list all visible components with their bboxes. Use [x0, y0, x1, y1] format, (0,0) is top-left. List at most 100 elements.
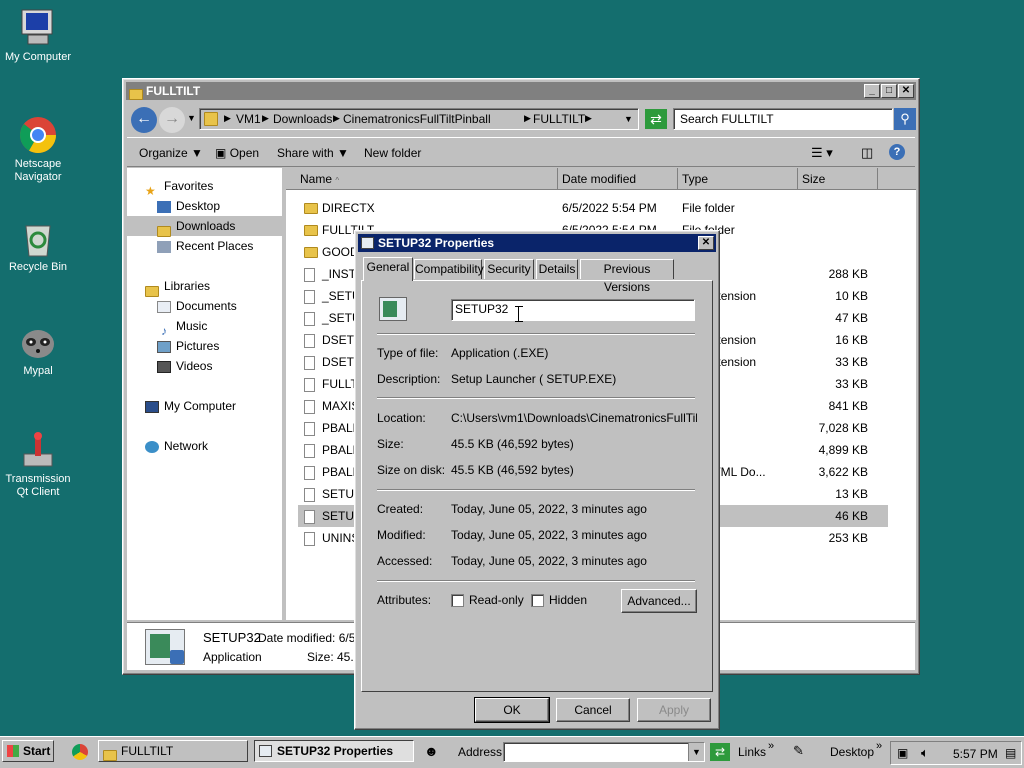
nav-pictures[interactable]: Pictures — [157, 336, 219, 356]
go-icon[interactable]: ⇄ — [710, 743, 730, 761]
breadcrumb-cinematronics[interactable]: CinematronicsFullTiltPinball — [343, 112, 491, 126]
desktop-icon-my-computer[interactable]: My Computer — [0, 8, 76, 64]
breadcrumb-arrow-icon[interactable]: ▶ — [262, 113, 269, 124]
nav-network[interactable]: Network — [145, 436, 208, 456]
back-button[interactable]: ← — [131, 107, 157, 133]
start-button[interactable]: Start — [2, 740, 54, 762]
sort-up-icon: ^ — [335, 176, 340, 185]
breadcrumb-arrow-icon[interactable]: ▶ — [524, 113, 531, 124]
close-button[interactable]: ✕ — [898, 84, 914, 98]
breadcrumb-downloads[interactable]: Downloads — [273, 112, 332, 126]
share-with-button[interactable]: Share with ▼ — [277, 146, 349, 160]
address-input[interactable]: ▼ — [503, 742, 705, 762]
location-value: C:\Users\vm1\Downloads\CinematronicsFull… — [451, 411, 697, 425]
raccoon-icon[interactable]: ☻ — [424, 743, 439, 759]
explorer-title-bar[interactable]: FULLTILT _ □ ✕ — [126, 82, 916, 101]
chevron-down-icon[interactable]: ▼ — [624, 114, 633, 124]
checkbox-box[interactable] — [451, 594, 464, 608]
nav-recent-places[interactable]: Recent Places — [157, 236, 253, 256]
address-bar[interactable]: ▶ VM1 ▶ Downloads ▶ CinematronicsFullTil… — [199, 108, 639, 130]
ok-button[interactable]: OK — [474, 697, 550, 723]
chevron-down-icon[interactable]: ▼ — [688, 743, 704, 761]
tab-previous-versions[interactable]: Previous Versions — [580, 259, 674, 294]
organize-button[interactable]: Organize ▼ — [139, 146, 203, 160]
file-size: 4,899 KB — [818, 443, 868, 457]
preview-pane-icon[interactable]: ◫ — [861, 145, 873, 161]
breadcrumb-arrow-icon[interactable]: ▶ — [333, 113, 340, 124]
file-name: _INST — [322, 267, 357, 281]
chrome-icon[interactable] — [72, 744, 88, 760]
column-header-date[interactable]: Date modified — [558, 168, 678, 190]
open-button[interactable]: ▣ Open — [215, 146, 259, 160]
file-size: 3,622 KB — [818, 465, 868, 479]
breadcrumb-vm1[interactable]: VM1 — [236, 112, 261, 126]
table-row[interactable]: DIRECTX 6/5/2022 5:54 PM File folder — [298, 197, 888, 219]
nav-documents[interactable]: Documents — [157, 296, 237, 316]
desktop-icon-transmission[interactable]: Transmission Qt Client — [0, 430, 76, 499]
nav-my-computer[interactable]: My Computer — [145, 396, 236, 416]
checkbox-box[interactable] — [531, 594, 544, 608]
column-header-type[interactable]: Type — [678, 168, 798, 190]
minimize-button[interactable]: _ — [864, 84, 880, 98]
hidden-checkbox[interactable]: Hidden — [531, 593, 587, 608]
breadcrumb-fulltilt[interactable]: FULLTILT — [533, 112, 585, 126]
file-icon — [304, 395, 315, 417]
nav-videos[interactable]: Videos — [157, 356, 212, 376]
tab-general[interactable]: General — [363, 257, 413, 281]
file-size: 7,028 KB — [818, 421, 868, 435]
checkbox-label: Read-only — [469, 593, 524, 607]
file-icon — [304, 417, 315, 439]
nav-downloads[interactable]: Downloads — [127, 216, 284, 238]
double-chevron-icon[interactable]: » — [876, 740, 882, 752]
desktop-icon-recycle-bin[interactable]: Recycle Bin — [0, 218, 76, 274]
desktop-icon-mypal[interactable]: Mypal — [0, 322, 76, 378]
column-header-size[interactable]: Size — [798, 168, 878, 190]
taskbar-explorer-button[interactable]: FULLTILT — [98, 740, 248, 762]
tab-details[interactable]: Details — [536, 259, 578, 279]
description-label: Description: — [377, 372, 441, 386]
refresh-icon[interactable]: ⇄ — [645, 109, 667, 129]
desktop-icon-netscape[interactable]: Netscape Navigator — [0, 115, 76, 184]
desktop-toolbar-label[interactable]: Desktop — [830, 745, 874, 759]
desktop-icon-label: Mypal — [23, 365, 53, 377]
double-chevron-icon[interactable]: » — [768, 740, 774, 752]
maximize-button[interactable]: □ — [881, 84, 897, 98]
links-label[interactable]: Links — [738, 745, 766, 759]
tab-security[interactable]: Security — [484, 259, 534, 279]
breadcrumb-arrow-icon[interactable]: ▶ — [585, 113, 592, 124]
file-size: 33 KB — [835, 355, 868, 369]
help-icon[interactable]: ? — [889, 144, 905, 160]
dialog-title-bar[interactable]: SETUP32 Properties ✕ — [358, 234, 716, 252]
volume-icon[interactable]: 🔈︎ — [921, 745, 929, 761]
file-name: DIRECTX — [322, 201, 375, 215]
view-options-icon[interactable]: ☰ ▾ — [811, 145, 833, 161]
nav-favorites[interactable]: ★ Favorites — [145, 176, 213, 198]
apply-button[interactable]: Apply — [637, 698, 711, 722]
breadcrumb-arrow-icon[interactable]: ▶ — [224, 113, 231, 124]
command-bar: Organize ▼ ▣ Open Share with ▼ New folde… — [127, 137, 915, 167]
taskbar-properties-button[interactable]: SETUP32 Properties — [254, 740, 414, 762]
file-icon — [304, 461, 315, 483]
read-only-checkbox[interactable]: Read-only — [451, 593, 524, 608]
header-label: Name — [300, 172, 333, 186]
close-button[interactable]: ✕ — [698, 236, 714, 250]
tab-compatibility[interactable]: Compatibility — [414, 259, 484, 279]
notepad-icon[interactable]: ✎ — [793, 743, 804, 759]
new-folder-button[interactable]: New folder — [364, 146, 421, 160]
file-name-input[interactable]: SETUP32 — [451, 299, 695, 321]
network-tray-icon[interactable]: ▣ — [897, 746, 908, 760]
nav-music[interactable]: ♪ Music — [157, 316, 207, 338]
advanced-button[interactable]: Advanced... — [621, 589, 697, 613]
column-header-name[interactable]: Name ^ — [286, 168, 558, 190]
history-dropdown-icon[interactable]: ▼ — [187, 113, 196, 123]
search-icon[interactable]: ⚲ — [894, 108, 916, 130]
nav-libraries[interactable]: Libraries — [145, 276, 210, 298]
modified-label: Modified: — [377, 528, 426, 542]
cancel-button[interactable]: Cancel — [556, 698, 630, 722]
nav-desktop[interactable]: Desktop — [157, 196, 220, 216]
clock[interactable]: 5:57 PM — [953, 747, 998, 761]
show-desktop-icon[interactable]: ▤ — [1005, 746, 1016, 760]
search-input[interactable]: Search FULLTILT — [673, 108, 893, 130]
file-size: 288 KB — [828, 267, 868, 281]
forward-button[interactable]: → — [159, 107, 185, 133]
